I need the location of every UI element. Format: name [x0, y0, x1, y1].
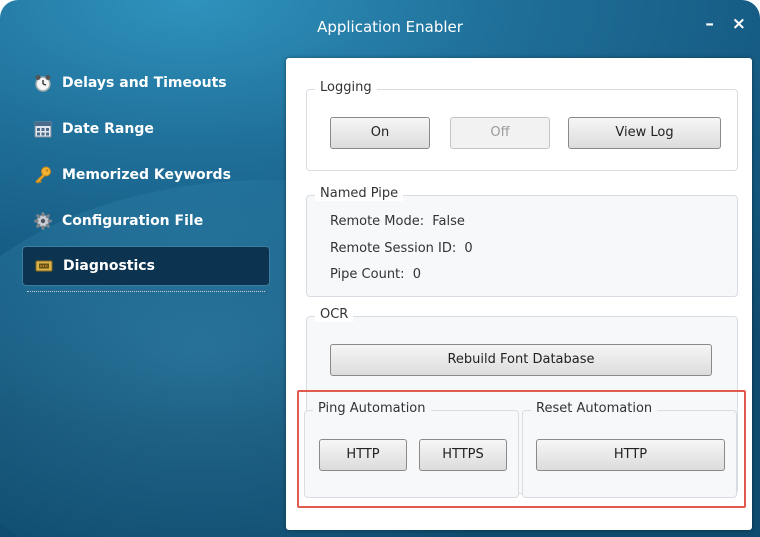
- remote-session-label: Remote Session ID:: [330, 241, 457, 256]
- pipe-count-value: 0: [412, 267, 421, 282]
- logging-off-button[interactable]: Off: [450, 117, 550, 149]
- sidebar-item-label: Diagnostics: [63, 258, 155, 274]
- sidebar-item-date-range[interactable]: Date Range: [22, 106, 270, 152]
- pipe-count-label: Pipe Count:: [330, 267, 405, 282]
- key-icon: [34, 166, 52, 184]
- sidebar-item-diagnostics[interactable]: Diagnostics: [22, 246, 270, 292]
- sidebar-nav: Delays and Timeouts Date Range Memorized…: [22, 60, 270, 292]
- sidebar-item-label: Delays and Timeouts: [62, 75, 227, 91]
- logging-on-button[interactable]: On: [330, 117, 430, 149]
- sidebar-item-delays-and-timeouts[interactable]: Delays and Timeouts: [22, 60, 270, 106]
- sidebar-item-label: Date Range: [62, 121, 154, 137]
- sidebar-item-label: Configuration File: [62, 213, 204, 229]
- remote-mode-value: False: [432, 214, 465, 229]
- remote-mode-label: Remote Mode:: [330, 214, 425, 229]
- remote-session-value: 0: [464, 241, 473, 256]
- window-title: Application Enabler: [317, 18, 463, 36]
- title-bar: Application Enabler – ×: [0, 0, 760, 54]
- remote-session-row: Remote Session ID: 0: [330, 241, 473, 256]
- sidebar-item-memorized-keywords[interactable]: Memorized Keywords: [22, 152, 270, 198]
- clock-icon: [34, 74, 52, 92]
- remote-mode-row: Remote Mode: False: [330, 214, 465, 229]
- logging-group-label: Logging: [315, 80, 377, 95]
- pipe-count-row: Pipe Count: 0: [330, 267, 421, 282]
- ocr-group-label: OCR: [315, 307, 354, 322]
- view-log-button[interactable]: View Log: [568, 117, 721, 149]
- gear-icon: [34, 212, 52, 230]
- close-button[interactable]: ×: [732, 14, 752, 34]
- logging-group: Logging On Off View Log: [306, 80, 738, 171]
- highlight-box: [297, 390, 746, 508]
- calendar-icon: [34, 120, 52, 138]
- app-window: Application Enabler – × Delays and Timeo…: [0, 0, 760, 537]
- named-pipe-group-label: Named Pipe: [315, 186, 404, 201]
- sidebar-item-label: Memorized Keywords: [62, 167, 231, 183]
- sidebar-item-configuration-file[interactable]: Configuration File: [22, 198, 270, 244]
- minimize-button[interactable]: –: [705, 14, 720, 34]
- ticket-icon: [35, 257, 53, 275]
- rebuild-font-database-button[interactable]: Rebuild Font Database: [330, 344, 712, 376]
